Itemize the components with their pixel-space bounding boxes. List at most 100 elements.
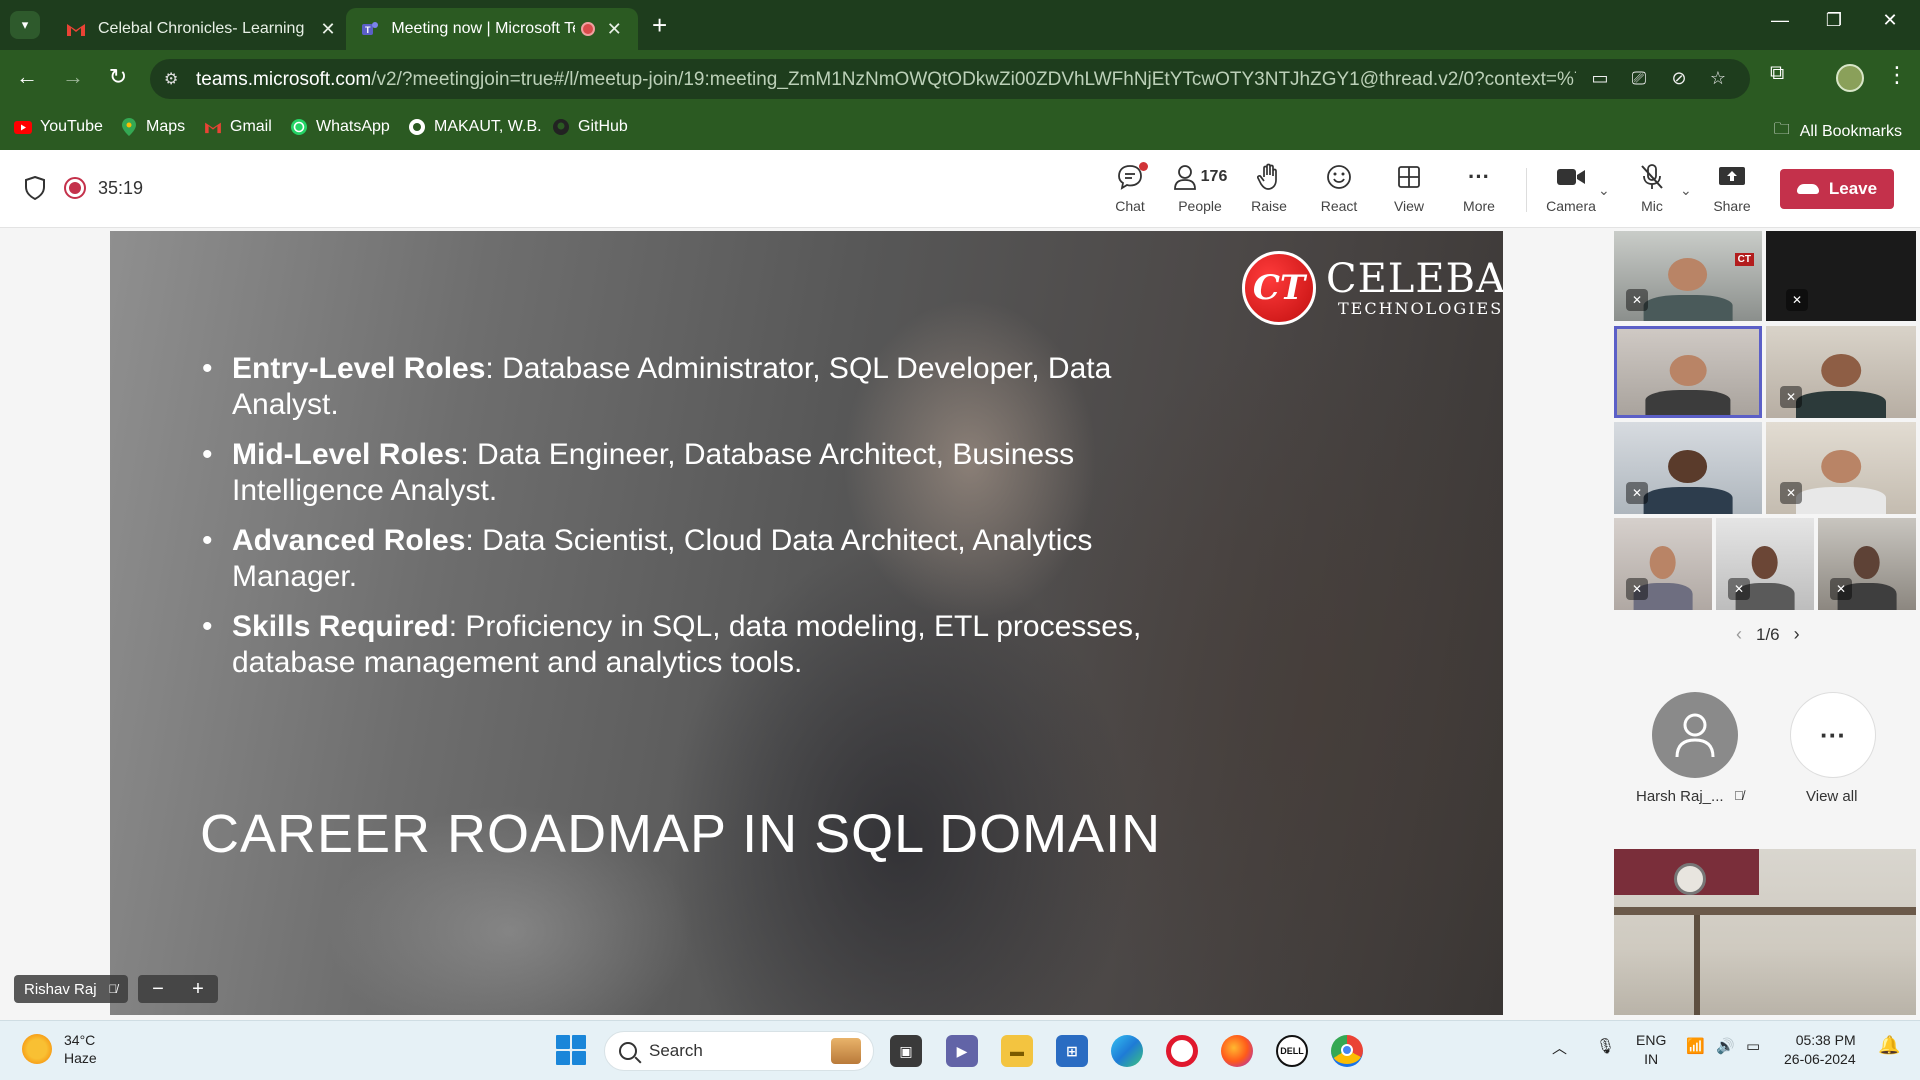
back-icon[interactable]: ← <box>12 64 42 90</box>
view-button[interactable]: View <box>1377 162 1441 222</box>
more-icon: ··· <box>1468 164 1490 189</box>
microsoft-store-icon[interactable]: ⊞ <box>1056 1035 1088 1067</box>
camera-button[interactable]: Camera <box>1539 162 1603 222</box>
participant-video-tile[interactable]: ✕ <box>1766 422 1916 514</box>
close-tab-icon[interactable]: ✕ <box>605 19 624 40</box>
tab-celebal-chronicles[interactable]: Celebal Chronicles- Learning & ✕ <box>52 8 352 50</box>
shared-slide: CT CELEBAL TECHNOLOGIES Entry-Level Role… <box>110 231 1503 1015</box>
participant-video-tile[interactable]: ✕ <box>1766 326 1916 418</box>
language-indicator[interactable]: ENG IN <box>1636 1031 1666 1069</box>
bookmark-gmail[interactable]: Gmail <box>204 118 272 136</box>
shield-icon[interactable] <box>24 176 46 200</box>
people-button[interactable]: 176 People <box>1168 162 1232 222</box>
restore-icon[interactable]: ❐ <box>1814 10 1854 31</box>
leave-button[interactable]: Leave <box>1780 169 1894 209</box>
tab-teams-meeting[interactable]: T Meeting now | Microsoft Te ✕ <box>346 8 638 50</box>
more-button[interactable]: ··· More <box>1447 162 1511 222</box>
edge-browser-icon[interactable] <box>1111 1035 1143 1067</box>
microphone-icon[interactable]: 🎙 <box>1596 1037 1615 1055</box>
camera-label: Camera <box>1546 198 1596 214</box>
chat-button[interactable]: Chat <box>1098 162 1162 222</box>
share-screen-icon <box>1718 162 1746 192</box>
raise-hand-button[interactable]: Raise <box>1237 162 1301 222</box>
participant-video-tile[interactable]: ✕ <box>1818 518 1916 610</box>
notification-bell-icon[interactable]: 🔔 <box>1878 1035 1900 1056</box>
install-app-icon[interactable]: ⎚ <box>1626 68 1652 89</box>
close-window-icon[interactable]: ✕ <box>1870 10 1910 31</box>
mic-off-icon: ✕ <box>1626 289 1648 311</box>
participant-video-tile[interactable]: ✕ <box>1716 518 1814 610</box>
minimize-icon[interactable]: — <box>1760 10 1800 31</box>
region-code: IN <box>1644 1051 1659 1067</box>
extensions-icon[interactable]: ⧉ <box>1770 62 1784 85</box>
participant-avatar[interactable] <box>1652 692 1738 778</box>
zoom-out-icon[interactable]: − <box>152 978 164 1001</box>
bullet-item: Advanced Roles: Data Scientist, Cloud Da… <box>202 523 1162 595</box>
weather-widget[interactable]: 34°C Haze <box>22 1031 97 1067</box>
url-text: teams.microsoft.com/v2/?meetingjoin=true… <box>196 69 1576 91</box>
shelf-post <box>1694 915 1700 1015</box>
self-video-preview[interactable] <box>1614 849 1916 1015</box>
gmail-icon <box>66 19 86 39</box>
meeting-header: 35:19 Chat 176 People Raise React View ·… <box>0 150 1920 228</box>
tracking-protection-icon[interactable]: ⊘ <box>1666 68 1692 89</box>
zoom-in-icon[interactable]: + <box>192 978 204 1001</box>
participant-figure <box>1796 449 1886 514</box>
participant-video-tile-speaking[interactable] <box>1614 326 1762 418</box>
participant-video-tile[interactable]: CT ✕ <box>1614 231 1762 321</box>
firefox-icon[interactable] <box>1221 1035 1253 1067</box>
participant-video-tile[interactable]: ✕ <box>1766 231 1916 321</box>
view-all-button[interactable]: ··· <box>1790 692 1876 778</box>
site-settings-icon[interactable]: ⚙ <box>164 69 178 89</box>
participant-video-tile[interactable]: ✕ <box>1614 518 1712 610</box>
reload-icon[interactable]: ↻ <box>103 64 133 90</box>
unread-badge <box>1139 162 1148 171</box>
tab-search-button[interactable]: ▾ <box>10 11 40 39</box>
show-hidden-icons-chevron-icon[interactable]: ︿ <box>1552 1037 1567 1058</box>
bookmark-star-icon[interactable]: ☆ <box>1705 68 1731 89</box>
opera-browser-icon[interactable] <box>1166 1035 1198 1067</box>
profile-avatar[interactable] <box>1836 64 1864 92</box>
chrome-icon[interactable] <box>1331 1035 1363 1067</box>
camera-permission-icon[interactable]: ▭ <box>1587 68 1613 89</box>
mic-options-chevron-icon[interactable]: ⌄ <box>1680 182 1692 199</box>
bookmark-maps[interactable]: Maps <box>120 118 185 136</box>
bookmark-makaut[interactable]: MAKAUT, W.B. <box>408 118 542 136</box>
volume-icon[interactable]: 🔊 <box>1716 1037 1735 1055</box>
mic-off-icon: 🎙̸ <box>1734 788 1744 803</box>
clock-time: 05:38 PM <box>1795 1032 1856 1048</box>
hang-up-icon <box>1796 184 1819 194</box>
bookmark-whatsapp[interactable]: WhatsApp <box>290 118 390 136</box>
address-bar[interactable]: ⚙ teams.microsoft.com/v2/?meetingjoin=tr… <box>150 59 1750 99</box>
start-button[interactable] <box>556 1035 586 1065</box>
more-label: More <box>1463 198 1495 214</box>
wall-shelf <box>1614 907 1916 915</box>
search-placeholder: Search <box>649 1041 703 1060</box>
view-all-label: View all <box>1806 788 1858 805</box>
close-tab-icon[interactable]: ✕ <box>318 19 338 40</box>
forward-icon[interactable]: → <box>58 64 88 90</box>
chevron-right-icon[interactable]: › <box>1794 624 1800 645</box>
chevron-left-icon[interactable]: ‹ <box>1736 624 1742 645</box>
browser-menu-icon[interactable]: ⋮ <box>1886 62 1908 88</box>
bullet-heading: Entry-Level Roles <box>232 352 486 385</box>
participant-video-tile[interactable]: ✕ <box>1614 422 1762 514</box>
file-explorer-icon[interactable]: ▬ <box>1001 1035 1033 1067</box>
share-button[interactable]: Share <box>1700 162 1764 222</box>
all-bookmarks-button[interactable]: 🗀 All Bookmarks <box>1774 118 1902 145</box>
dell-icon[interactable]: DELL <box>1276 1035 1308 1067</box>
wifi-icon[interactable]: 📶 <box>1686 1037 1705 1055</box>
recording-icon[interactable] <box>64 177 86 199</box>
react-button[interactable]: React <box>1307 162 1371 222</box>
bookmark-label: Maps <box>146 118 186 135</box>
bookmark-github[interactable]: GitHub <box>552 118 628 136</box>
system-clock[interactable]: 05:38 PM 26-06-2024 <box>1784 1031 1856 1069</box>
mic-button[interactable]: Mic <box>1620 162 1684 222</box>
bookmark-youtube[interactable]: YouTube <box>14 118 103 136</box>
battery-icon[interactable]: ▭ <box>1746 1037 1760 1055</box>
task-view-icon[interactable]: ▣ <box>890 1035 922 1067</box>
new-tab-button[interactable]: + <box>652 12 667 38</box>
teams-chat-icon[interactable]: ▶ <box>946 1035 978 1067</box>
taskbar-search[interactable]: Search <box>604 1031 874 1071</box>
camera-options-chevron-icon[interactable]: ⌄ <box>1598 182 1610 199</box>
